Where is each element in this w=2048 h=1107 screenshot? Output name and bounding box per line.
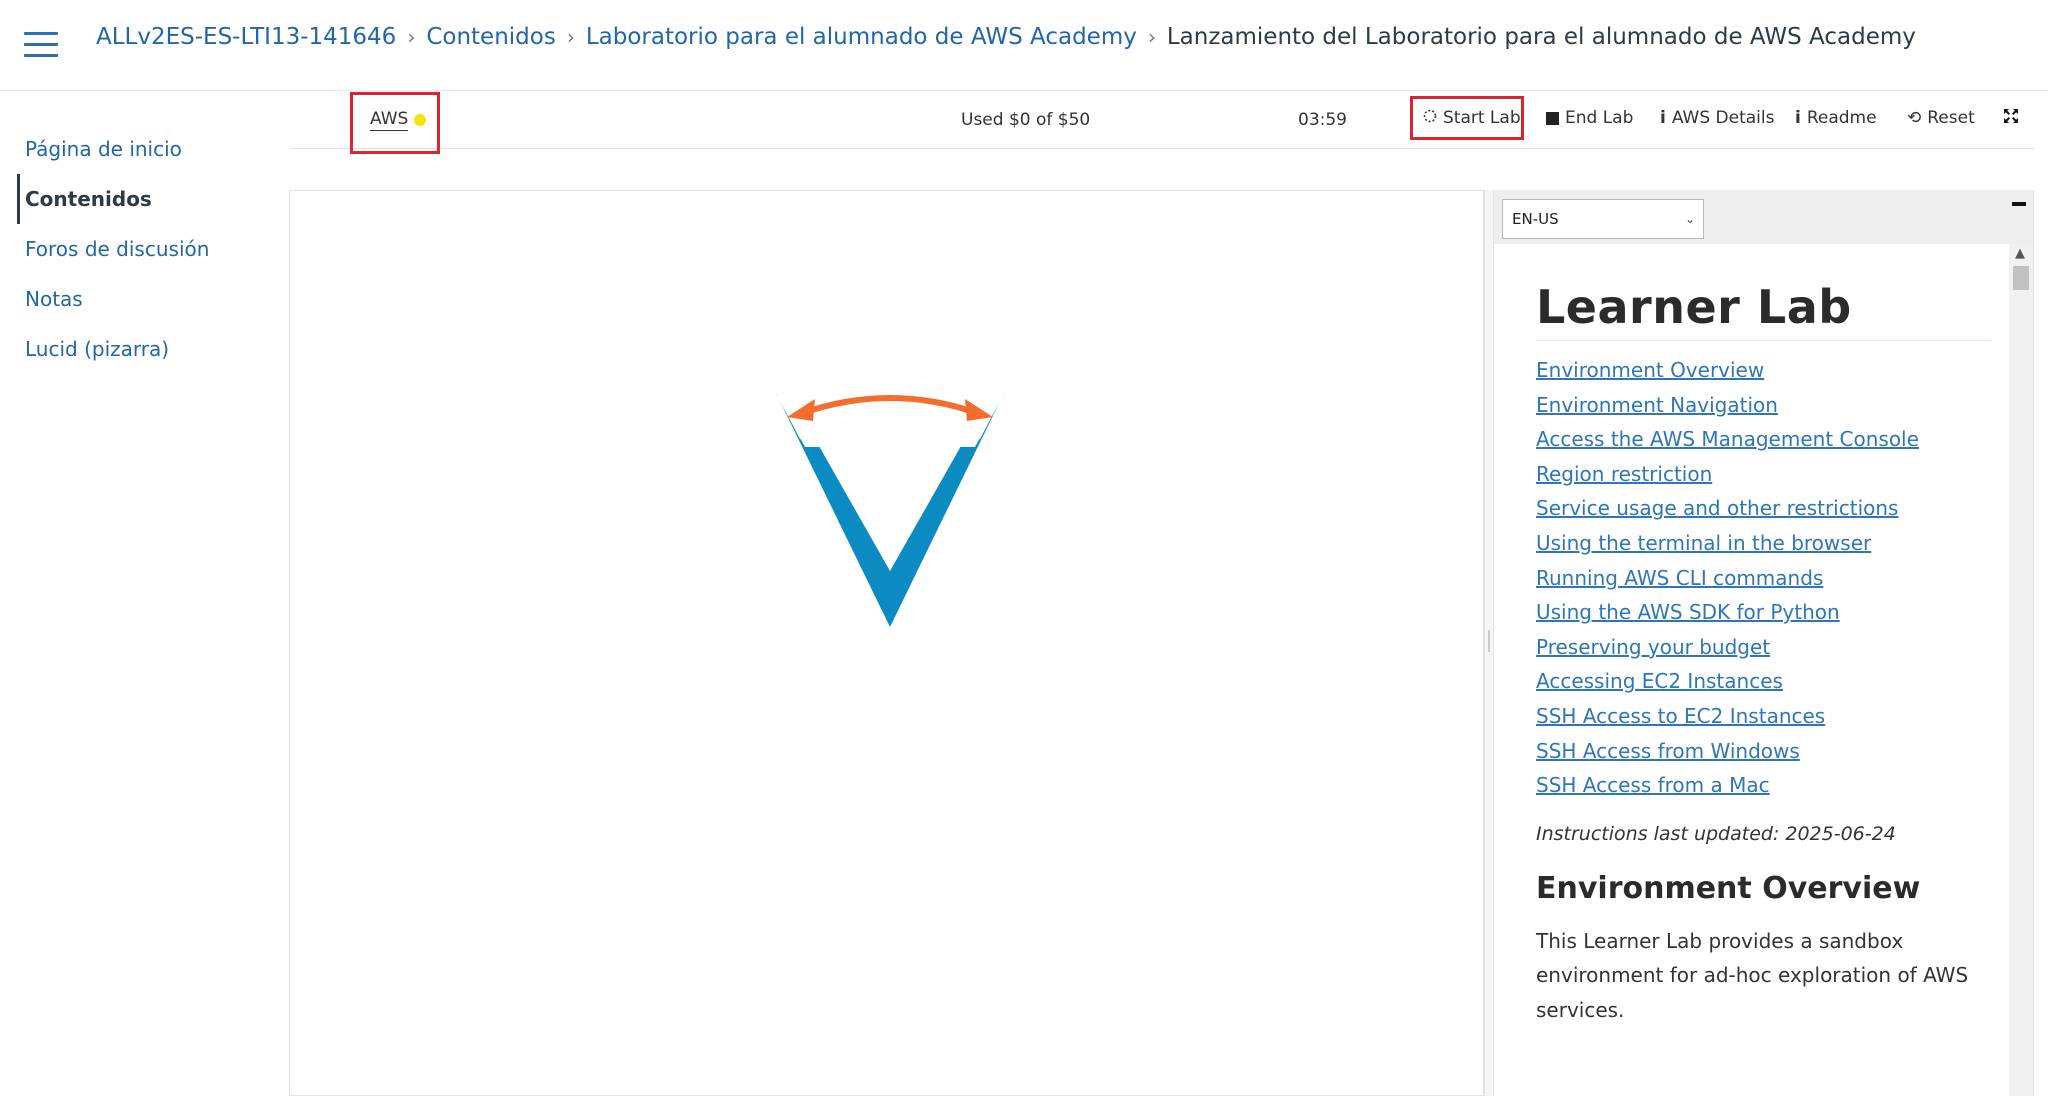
- spinner-icon: [1423, 108, 1437, 128]
- reset-button[interactable]: ⟲ Reset: [1907, 90, 1975, 146]
- breadcrumb-contents[interactable]: Contenidos: [426, 24, 556, 50]
- breadcrumb-lab[interactable]: Laboratorio para el alumnado de AWS Acad…: [586, 24, 1137, 50]
- budget-text: Used $0 of $50: [961, 110, 1091, 130]
- status-dot-icon: [414, 114, 427, 126]
- toc-link[interactable]: Service usage and other restrictions: [1536, 491, 1991, 526]
- readme-button[interactable]: i Readme: [1795, 90, 1877, 146]
- hamburger-menu-icon[interactable]: [24, 32, 58, 58]
- panel-resize-handle[interactable]: [1484, 190, 1494, 1096]
- scroll-up-icon[interactable]: ▲: [2015, 246, 2025, 261]
- start-lab-label: Start Lab: [1443, 108, 1521, 128]
- readme-label: Readme: [1806, 108, 1877, 128]
- fullscreen-icon: [2003, 108, 2019, 129]
- aws-link-label: AWS: [370, 109, 409, 131]
- end-lab-label: End Lab: [1565, 108, 1634, 128]
- info-icon: i: [1795, 108, 1801, 128]
- breadcrumb-course[interactable]: ALLv2ES-ES-LTI13-141646: [96, 24, 396, 50]
- readme-content: Learner Lab Environment Overview Environ…: [1536, 280, 1991, 1027]
- minimize-icon[interactable]: [2012, 202, 2026, 206]
- aws-details-button[interactable]: i AWS Details: [1660, 90, 1774, 146]
- toc-link[interactable]: Running AWS CLI commands: [1536, 561, 1991, 596]
- end-lab-button[interactable]: End Lab: [1546, 90, 1633, 146]
- grip-icon: [1488, 630, 1490, 652]
- language-select[interactable]: EN-US ⌄: [1502, 199, 1704, 239]
- stop-square-icon: [1546, 111, 1559, 125]
- nav-item-lucid[interactable]: Lucid (pizarra): [17, 324, 267, 374]
- section-heading: Environment Overview: [1536, 870, 1921, 906]
- info-icon: i: [1660, 108, 1666, 128]
- top-header: ALLv2ES-ES-LTI13-141646 › Contenidos › L…: [0, 0, 2048, 91]
- nav-item-grades[interactable]: Notas: [17, 274, 267, 324]
- readme-toc: Environment Overview Environment Navigat…: [1536, 353, 1991, 803]
- breadcrumb-current: Lanzamiento del Laboratorio para el alum…: [1166, 24, 1916, 50]
- toc-link[interactable]: SSH Access to EC2 Instances: [1536, 699, 1991, 734]
- aws-console-link[interactable]: AWS: [370, 92, 427, 148]
- start-lab-button[interactable]: Start Lab: [1423, 90, 1521, 146]
- toc-link[interactable]: Environment Overview: [1536, 353, 1991, 388]
- lab-workspace[interactable]: [289, 190, 1484, 1096]
- course-nav: Página de inicio Contenidos Foros de dis…: [17, 124, 267, 374]
- toc-link[interactable]: Region restriction: [1536, 457, 1991, 492]
- reset-label: Reset: [1927, 108, 1975, 128]
- chevron-right-icon: ›: [566, 25, 575, 49]
- instructions-updated: Instructions last updated: 2025-06-24: [1536, 822, 1896, 845]
- readme-panel: EN-US ⌄ ▲ Learner Lab Environment Overvi…: [1494, 190, 2034, 1096]
- vocareum-logo: [765, 391, 1015, 645]
- nav-item-discussions[interactable]: Foros de discusión: [17, 224, 267, 274]
- scroll-thumb[interactable]: [2013, 266, 2029, 290]
- breadcrumb: ALLv2ES-ES-LTI13-141646 › Contenidos › L…: [96, 24, 1916, 50]
- reset-icon: ⟲: [1907, 108, 1922, 128]
- toc-link[interactable]: Preserving your budget: [1536, 630, 1991, 665]
- nav-item-contents[interactable]: Contenidos: [17, 174, 267, 224]
- section-paragraph: This Learner Lab provides a sandbox envi…: [1536, 928, 1969, 1022]
- chevron-right-icon: ›: [1147, 25, 1156, 49]
- chevron-right-icon: ›: [407, 25, 416, 49]
- lab-toolbar: AWS Used $0 of $50 03:59 Start Lab End L…: [290, 90, 2035, 154]
- toc-link[interactable]: Using the terminal in the browser: [1536, 526, 1991, 561]
- toc-link[interactable]: SSH Access from Windows: [1536, 734, 1991, 769]
- toc-link[interactable]: Environment Navigation: [1536, 388, 1991, 423]
- chevron-down-icon: ⌄: [1684, 212, 1695, 226]
- toc-link[interactable]: Accessing EC2 Instances: [1536, 664, 1991, 699]
- toc-link[interactable]: Access the AWS Management Console: [1536, 422, 1991, 457]
- readme-title: Learner Lab: [1536, 280, 1991, 341]
- toc-link[interactable]: SSH Access from a Mac: [1536, 768, 1991, 803]
- readme-panel-header: EN-US ⌄: [1494, 190, 2033, 244]
- language-value: EN-US: [1512, 210, 1559, 228]
- readme-scrollbar[interactable]: ▲: [2009, 244, 2033, 1096]
- toc-link[interactable]: Using the AWS SDK for Python: [1536, 595, 1991, 630]
- nav-item-home[interactable]: Página de inicio: [17, 124, 267, 174]
- session-timer: 03:59: [1298, 110, 1347, 130]
- fullscreen-button[interactable]: [2003, 90, 2019, 146]
- aws-details-label: AWS Details: [1671, 108, 1775, 128]
